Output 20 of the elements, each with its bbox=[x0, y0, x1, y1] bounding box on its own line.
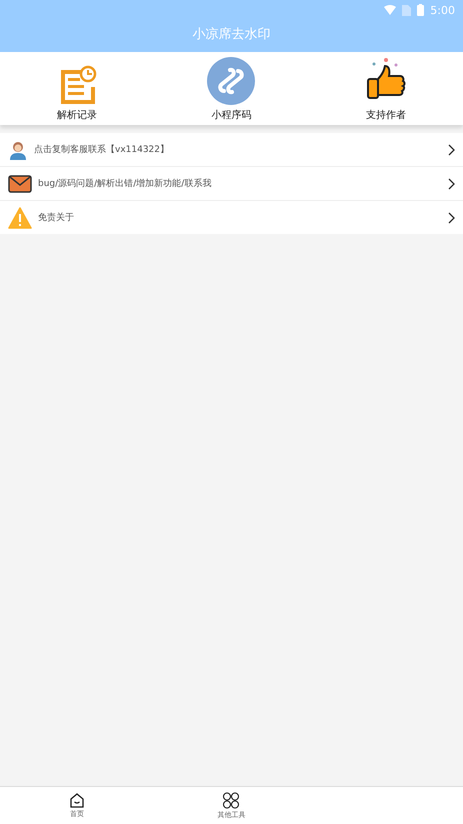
battery-icon bbox=[417, 4, 424, 16]
no-sim-icon bbox=[402, 4, 412, 16]
envelope-icon bbox=[8, 174, 32, 192]
menu-row[interactable]: bug/源码问题/解析出错/增加新功能/联系我 bbox=[0, 167, 463, 201]
four-circles-icon bbox=[222, 792, 240, 808]
wifi-icon bbox=[384, 5, 396, 15]
home-icon bbox=[69, 792, 86, 808]
shortcut-label[interactable]: 解析记录 bbox=[57, 108, 98, 122]
chevron-right-icon bbox=[448, 144, 455, 156]
menu-row[interactable]: 免责关于 bbox=[0, 201, 463, 234]
status-time: 5:00 bbox=[430, 4, 455, 16]
warning-icon bbox=[8, 206, 32, 228]
menu-row[interactable]: 点击复制客服联系【vx114322】 bbox=[0, 133, 463, 167]
chevron-right-icon bbox=[448, 178, 455, 190]
app-title: 小凉席去水印 bbox=[192, 26, 270, 43]
shortcut-label[interactable]: 支持作者 bbox=[366, 108, 406, 122]
shortcut-label[interactable]: 小程序码 bbox=[211, 108, 252, 122]
link-circle-icon bbox=[207, 57, 256, 105]
support-agent-icon bbox=[8, 140, 28, 160]
chevron-right-icon bbox=[448, 212, 455, 224]
